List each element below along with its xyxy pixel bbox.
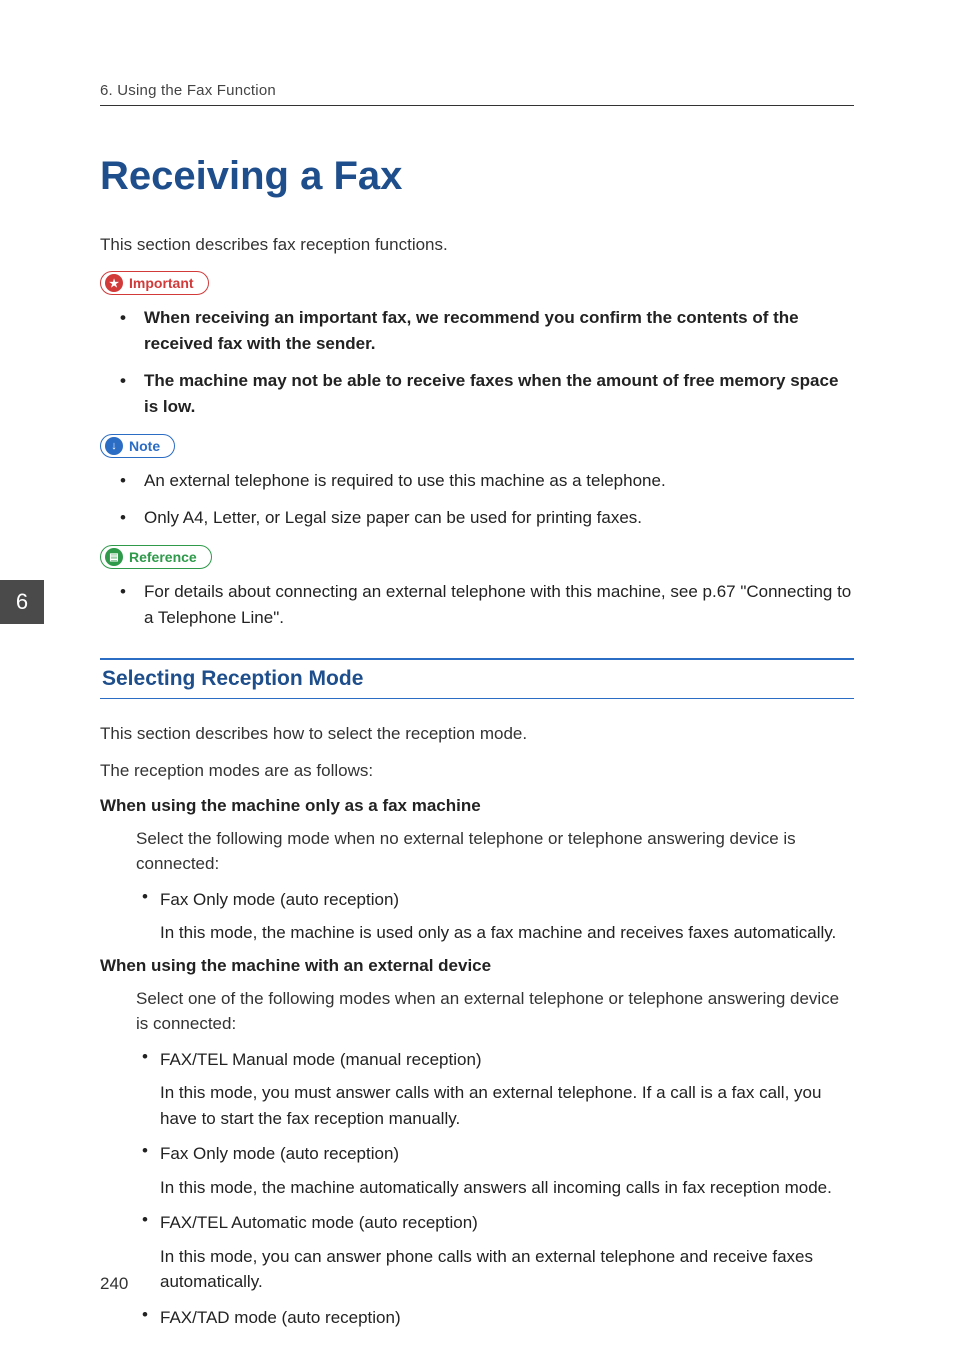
important-label: Important	[129, 275, 194, 291]
document-icon	[105, 548, 123, 566]
page-container: 6. Using the Fax Function Receiving a Fa…	[0, 0, 954, 1354]
list-item: Fax Only mode (auto reception) In this m…	[160, 1141, 854, 1200]
important-list: When receiving an important fax, we reco…	[100, 305, 854, 420]
mode-list: Fax Only mode (auto reception) In this m…	[136, 887, 854, 946]
section-heading: Selecting Reception Mode	[100, 658, 854, 699]
definition-body: Select the following mode when no extern…	[100, 826, 854, 946]
chapter-header: 6. Using the Fax Function	[100, 82, 854, 106]
list-item: The machine may not be able to receive f…	[140, 368, 854, 421]
intro-paragraph: This section describes fax reception fun…	[100, 235, 854, 255]
definition-title: When using the machine with an external …	[100, 956, 854, 976]
definition-intro: Select the following mode when no extern…	[136, 826, 854, 877]
reference-label: Reference	[129, 549, 197, 565]
section-intro-1: This section describes how to select the…	[100, 721, 854, 747]
mode-title: Fax Only mode (auto reception)	[160, 887, 854, 913]
note-label: Note	[129, 438, 160, 454]
definition-intro: Select one of the following modes when a…	[136, 986, 854, 1037]
list-item: An external telephone is required to use…	[140, 468, 854, 494]
page-number: 240	[100, 1274, 128, 1294]
mode-title: FAX/TEL Manual mode (manual reception)	[160, 1047, 854, 1073]
mode-description: In this mode, the machine automatically …	[160, 1175, 854, 1201]
star-icon	[105, 274, 123, 292]
note-callout: Note	[100, 434, 175, 458]
definition-title: When using the machine only as a fax mac…	[100, 796, 854, 816]
mode-description: In this mode, you can answer phone calls…	[160, 1244, 854, 1295]
definition-body: Select one of the following modes when a…	[100, 986, 854, 1331]
list-item: When receiving an important fax, we reco…	[140, 305, 854, 358]
mode-title: Fax Only mode (auto reception)	[160, 1141, 854, 1167]
important-callout: Important	[100, 271, 209, 295]
mode-description: In this mode, you must answer calls with…	[160, 1080, 854, 1131]
reference-list: For details about connecting an external…	[100, 579, 854, 632]
arrow-down-icon	[105, 437, 123, 455]
list-item: Only A4, Letter, or Legal size paper can…	[140, 505, 854, 531]
mode-title: FAX/TEL Automatic mode (auto reception)	[160, 1210, 854, 1236]
note-list: An external telephone is required to use…	[100, 468, 854, 531]
list-item: For details about connecting an external…	[140, 579, 854, 632]
list-item: Fax Only mode (auto reception) In this m…	[160, 887, 854, 946]
mode-title: FAX/TAD mode (auto reception)	[160, 1305, 854, 1331]
chapter-tab: 6	[0, 580, 44, 624]
list-item: FAX/TEL Manual mode (manual reception) I…	[160, 1047, 854, 1132]
mode-list: FAX/TEL Manual mode (manual reception) I…	[136, 1047, 854, 1331]
page-title: Receiving a Fax	[100, 154, 854, 199]
list-item: FAX/TAD mode (auto reception)	[160, 1305, 854, 1331]
section-intro-2: The reception modes are as follows:	[100, 758, 854, 784]
list-item: FAX/TEL Automatic mode (auto reception) …	[160, 1210, 854, 1295]
mode-description: In this mode, the machine is used only a…	[160, 920, 854, 946]
reference-callout: Reference	[100, 545, 212, 569]
